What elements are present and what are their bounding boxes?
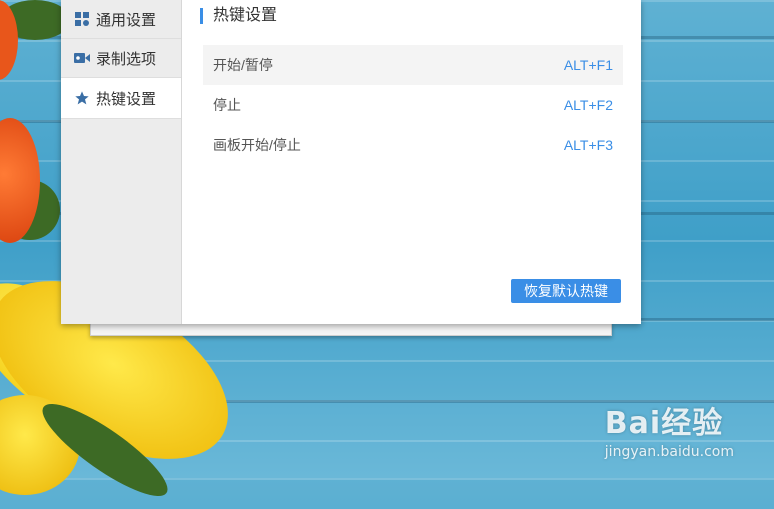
hotkey-action-label: 画板开始/停止 <box>213 137 301 153</box>
sidebar-item-general[interactable]: 通用设置 <box>61 0 181 39</box>
settings-window: 通用设置 录制选项 热键设置 热键设置 开始/暂停 ALT+F1 停止 ALT+… <box>61 0 641 324</box>
video-camera-icon <box>74 50 90 66</box>
hotkey-row-start-pause[interactable]: 开始/暂停 ALT+F1 <box>203 45 623 85</box>
grid-icon <box>74 11 90 27</box>
hotkey-action-label: 停止 <box>213 97 241 113</box>
hotkey-value[interactable]: ALT+F3 <box>564 137 613 153</box>
background-window-edge <box>90 322 612 336</box>
section-title: 热键设置 <box>200 8 277 24</box>
sidebar-item-label: 热键设置 <box>96 90 157 108</box>
star-icon <box>74 90 90 106</box>
restore-default-hotkeys-button[interactable]: 恢复默认热键 <box>511 279 621 303</box>
sidebar-item-hotkeys[interactable]: 热键设置 <box>61 78 181 119</box>
hotkey-panel: 热键设置 开始/暂停 ALT+F1 停止 ALT+F2 画板开始/停止 ALT+… <box>182 0 641 324</box>
hotkey-action-label: 开始/暂停 <box>213 57 273 73</box>
sidebar-item-recording[interactable]: 录制选项 <box>61 39 181 78</box>
hotkey-value[interactable]: ALT+F2 <box>564 97 613 113</box>
sidebar: 通用设置 录制选项 热键设置 <box>61 0 182 324</box>
baidu-jingyan-watermark: Bai经验 jingyan.baidu.com <box>605 398 734 460</box>
sidebar-item-label: 通用设置 <box>96 11 157 29</box>
watermark-url: jingyan.baidu.com <box>604 444 734 460</box>
watermark-brand: Bai经验 <box>604 406 724 441</box>
sidebar-item-label: 录制选项 <box>96 50 157 68</box>
hotkey-row-canvas[interactable]: 画板开始/停止 ALT+F3 <box>203 125 623 165</box>
hotkey-value[interactable]: ALT+F1 <box>564 57 613 73</box>
hotkey-row-stop[interactable]: 停止 ALT+F2 <box>203 85 623 125</box>
